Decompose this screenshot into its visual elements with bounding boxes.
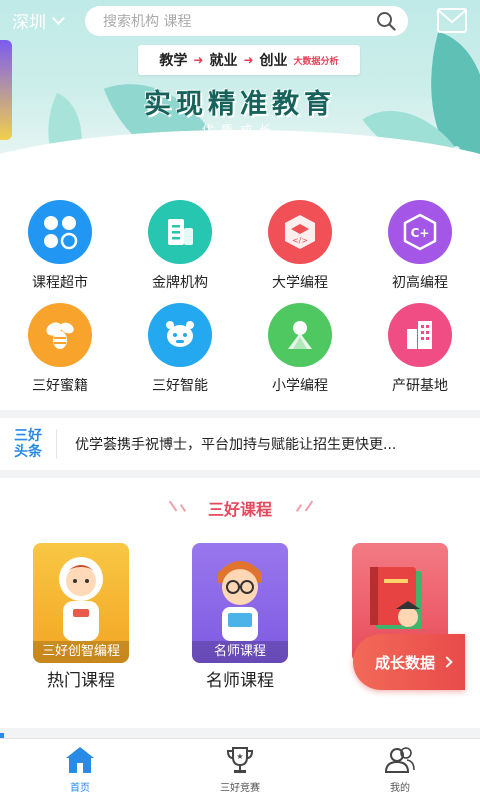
grid-item-sanhao-tips[interactable]: 三好蜜籍 [0, 303, 120, 403]
banner-tag-item: 教学 [159, 53, 188, 69]
course-name[interactable]: 热门课程 [11, 666, 151, 691]
city-icon [388, 303, 452, 367]
grid-item-course-market[interactable]: 课程超市 [0, 200, 120, 300]
category-grid: 课程超市 金牌机构 </> 大学编程 C+ 初高编程 三好蜜籍 三好智能 小学编… [0, 165, 480, 410]
carousel-dot[interactable] [414, 146, 421, 153]
city-label: 深圳 [12, 13, 46, 33]
arrow-right-icon: ➜ [193, 53, 204, 67]
banner-subtitle: 优质成长 [201, 123, 278, 137]
grid-item-university-programming[interactable]: </> 大学编程 [240, 200, 360, 300]
banner-tag-item: 就业 [209, 53, 238, 69]
course-card-caption: 名师课程 [192, 641, 288, 663]
tab-label: 我的 [390, 783, 410, 794]
tab-competition[interactable]: ★ 三好竞赛 [190, 745, 290, 799]
course-name[interactable]: 名师课程 [170, 666, 310, 691]
tab-label: 首页 [70, 783, 90, 794]
city-selector[interactable]: 深圳 [12, 8, 65, 33]
grid-item-label: 三好蜜籍 [32, 378, 88, 394]
grid-item-label: 产研基地 [392, 378, 448, 394]
carousel-dot[interactable] [427, 146, 434, 153]
news-headline[interactable]: 优学荟携手祝博士，平台加持与赋能让招生更快更... [75, 434, 467, 454]
trophy-icon: ★ [226, 747, 254, 773]
growth-data-label: 成长数据 [375, 653, 436, 672]
news-divider [56, 429, 57, 459]
tab-home[interactable]: 首页 [30, 745, 130, 799]
banner-title: 实现精准教育 [144, 89, 336, 120]
svg-text:</>: </> [292, 236, 308, 245]
code-hexagon-icon: </> [268, 200, 332, 264]
grid-item-sanhao-ai[interactable]: 三好智能 [120, 303, 240, 403]
section-title: 三好课程 [207, 500, 272, 519]
clover-icon [28, 200, 92, 264]
search-placeholder: 搜索机构 课程 [103, 14, 192, 30]
svg-text:★: ★ [236, 752, 243, 761]
carousel-dot[interactable] [440, 146, 447, 153]
news-logo-line: 三好 [14, 428, 42, 444]
glasses-kid-illustration [218, 561, 262, 641]
search-input[interactable]: 搜索机构 课程 [85, 6, 408, 36]
banner-tagline: 教学 ➜ 就业 ➜ 创业 大数据分析 [138, 45, 360, 75]
svg-text:C+: C+ [411, 226, 430, 240]
app-screen: 教学 ➜ 就业 ➜ 创业 大数据分析 实现精准教育 优质成长 深圳 搜索机构 课… [0, 0, 480, 800]
building-icon [148, 200, 212, 264]
carousel-dot[interactable] [453, 146, 460, 153]
grid-item-label: 课程超市 [32, 275, 88, 291]
news-ticker[interactable]: 三好 头条 优学荟携手祝博士，平台加持与赋能让招生更快更... [0, 418, 480, 470]
user-icon [384, 747, 415, 773]
tree-icon [268, 303, 332, 367]
astronaut-kid-illustration [59, 557, 103, 641]
grid-item-research-base[interactable]: 产研基地 [360, 303, 480, 403]
banner-tag-note: 大数据分析 [293, 56, 339, 67]
grid-item-label: 三好智能 [152, 378, 208, 394]
search-icon[interactable] [376, 11, 396, 31]
grid-item-label: 初高编程 [392, 275, 448, 291]
courses-section: 三好课程 三好创智编程 热门课程 名师课程 名师课程 [0, 478, 480, 728]
news-logo-line: 头条 [14, 444, 42, 460]
tab-profile[interactable]: 我的 [350, 745, 450, 799]
tab-label: 三好竞赛 [220, 783, 260, 794]
cplus-hexagon-icon: C+ [388, 200, 452, 264]
course-card-hot[interactable]: 三好创智编程 [33, 543, 129, 663]
mail-icon[interactable] [437, 8, 467, 33]
chevron-down-icon [52, 11, 65, 25]
robot-icon [148, 303, 212, 367]
grid-item-label: 金牌机构 [152, 275, 208, 291]
grid-item-label: 大学编程 [272, 275, 328, 291]
grid-item-gold-institutions[interactable]: 金牌机构 [120, 200, 240, 300]
course-card-teacher[interactable]: 名师课程 [192, 543, 288, 663]
carousel-dots [414, 146, 460, 153]
course-card-caption: 三好创智编程 [33, 641, 129, 663]
home-icon [66, 747, 94, 773]
growth-data-button[interactable]: 成长数据 [353, 634, 465, 690]
sanhao-headlines-logo: 三好 头条 [0, 418, 56, 470]
banner-tag-item: 创业 [259, 53, 288, 69]
chevron-right-icon [441, 656, 453, 668]
bottom-tab-bar: 首页 ★ 三好竞赛 我的 [0, 738, 480, 800]
arrow-right-icon: ➜ [243, 53, 254, 67]
books-illustration [370, 567, 422, 629]
bee-icon [28, 303, 92, 367]
grid-item-primary-programming[interactable]: 小学编程 [240, 303, 360, 403]
grid-item-highschool-programming[interactable]: C+ 初高编程 [360, 200, 480, 300]
grid-item-label: 小学编程 [272, 378, 328, 394]
